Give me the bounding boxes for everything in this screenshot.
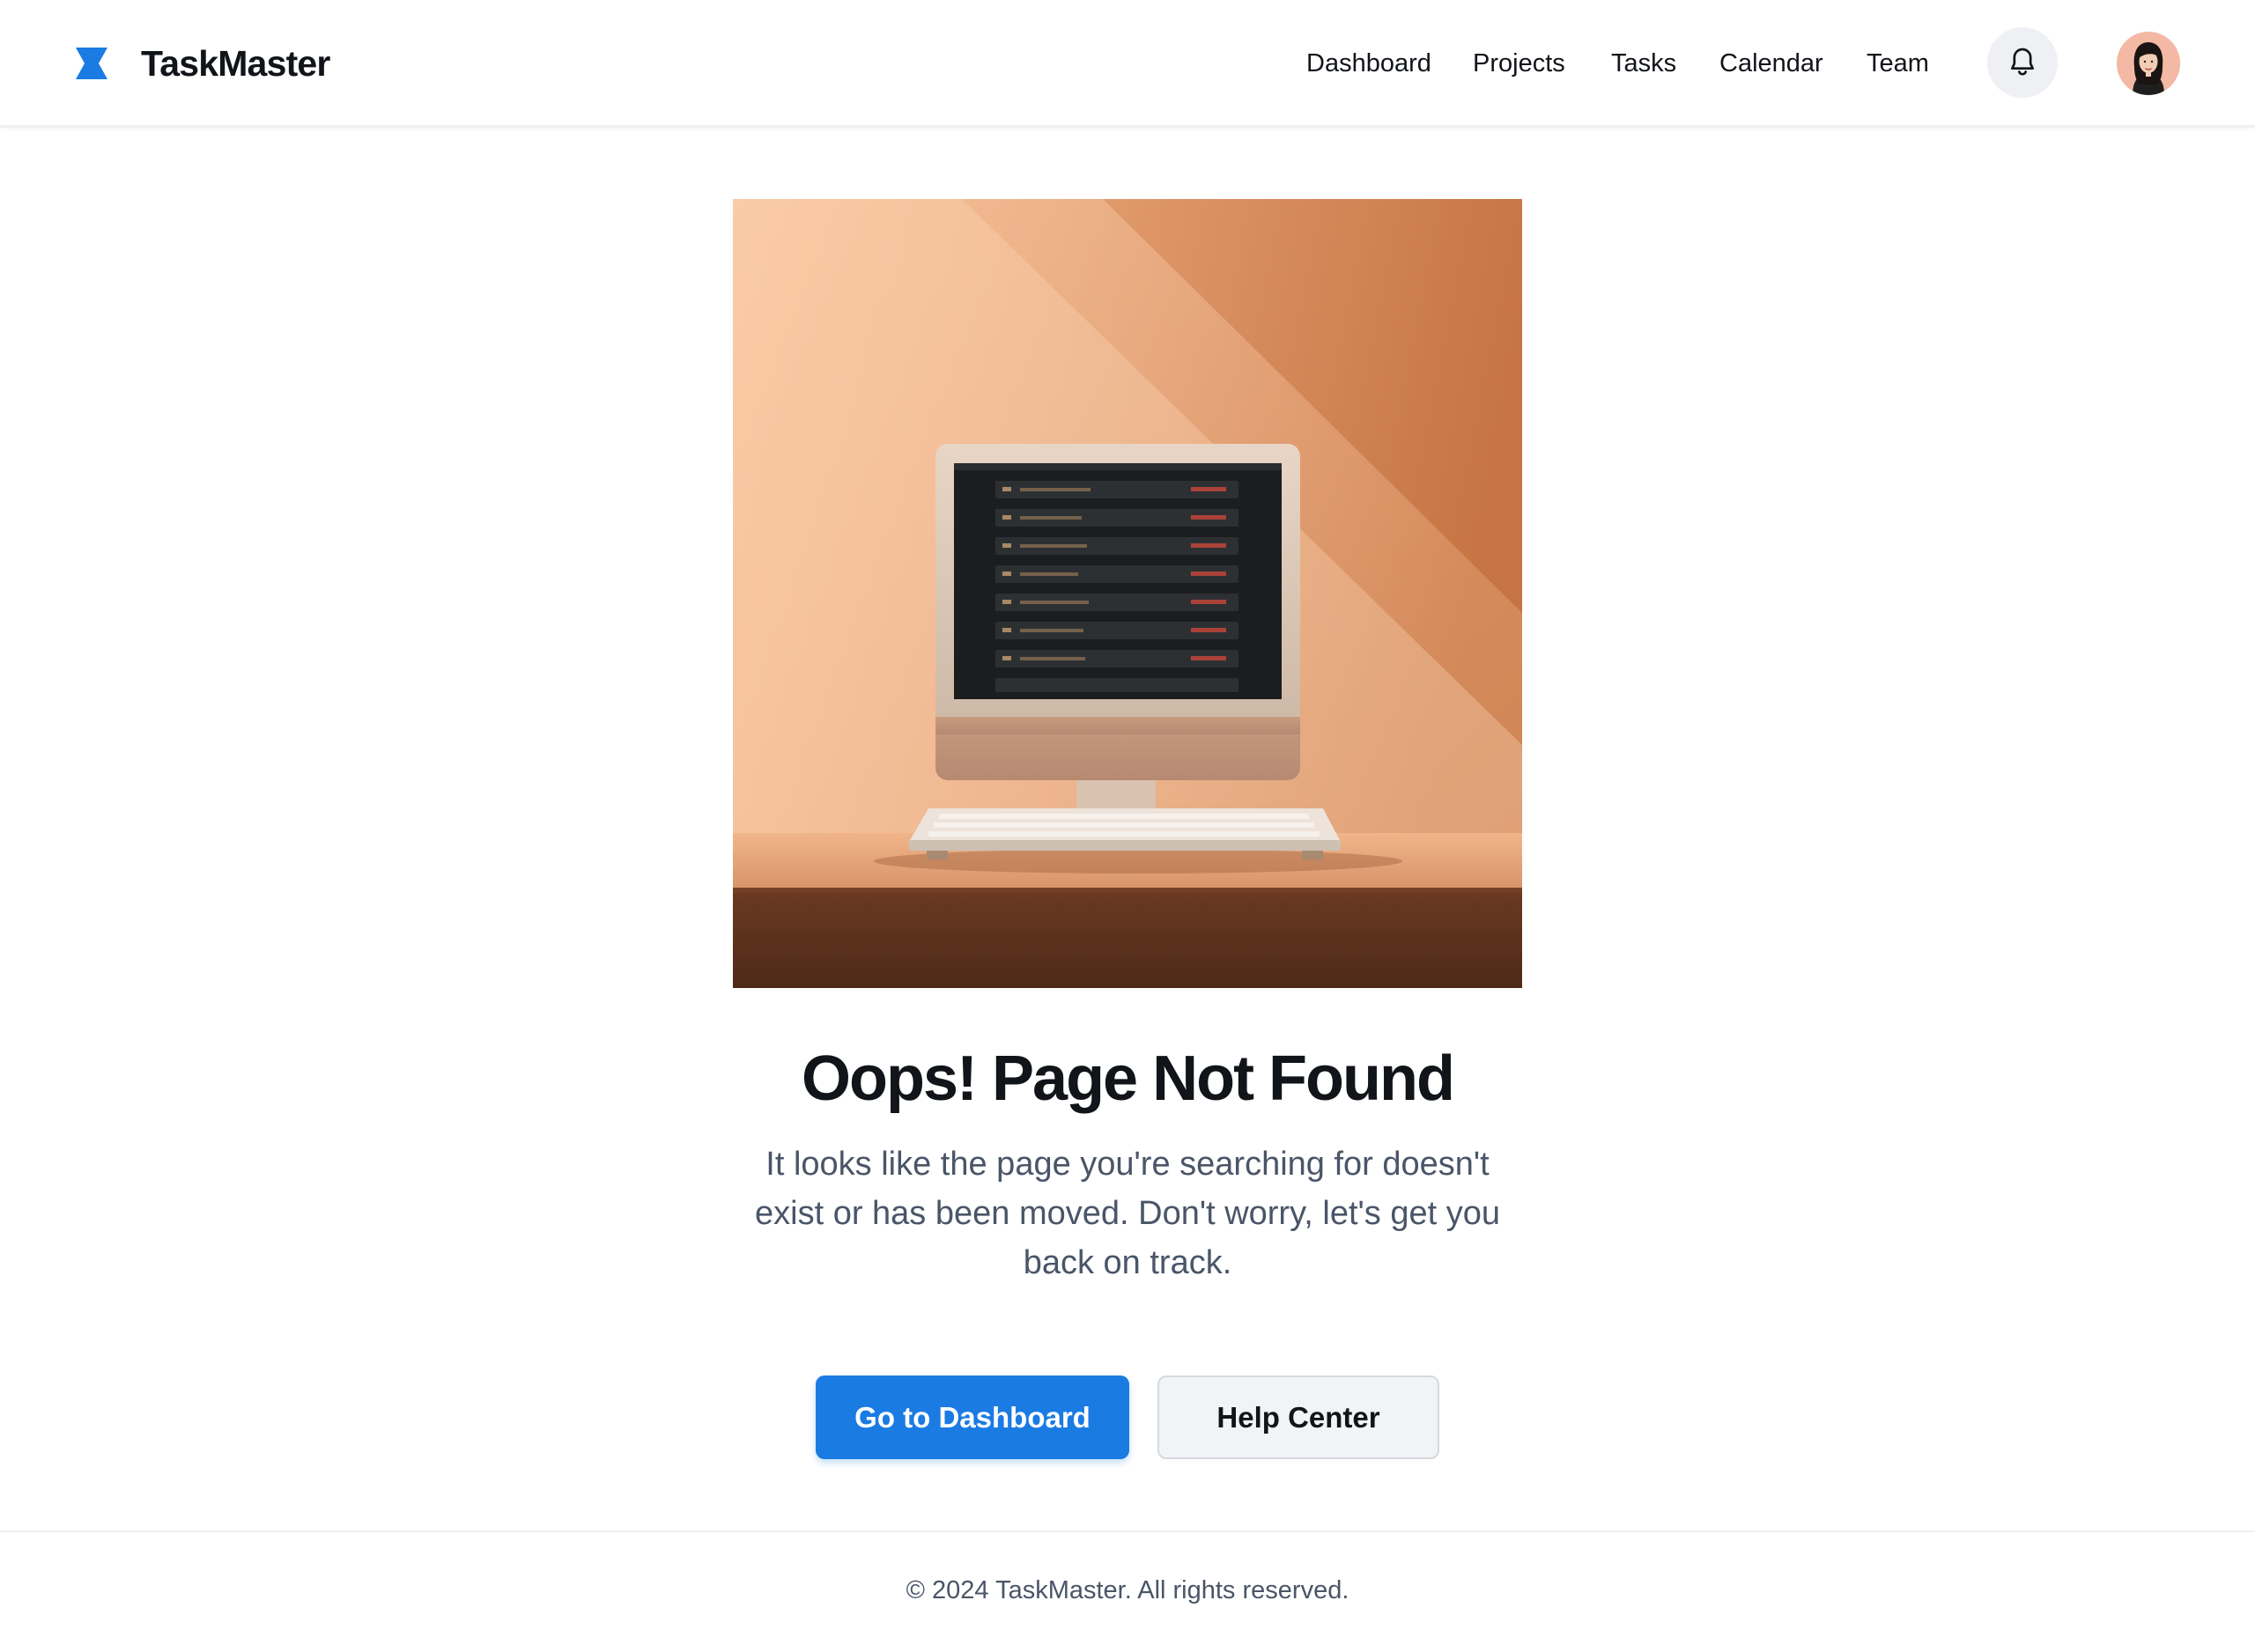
- brand-name[interactable]: TaskMaster: [141, 41, 330, 86]
- desktop-computer-illustration: [733, 199, 1522, 988]
- go-to-dashboard-button[interactable]: Go to Dashboard: [816, 1375, 1129, 1459]
- page-description: It looks like the page you're searching …: [755, 1146, 1500, 1281]
- nav-link-team[interactable]: Team: [1867, 46, 1929, 81]
- user-avatar-icon: [2117, 32, 2180, 95]
- nav-link-tasks[interactable]: Tasks: [1611, 46, 1676, 81]
- footer-copyright: © 2024 TaskMaster. All rights reserved.: [906, 1576, 1349, 1604]
- bell-icon: [2011, 48, 2034, 76]
- hourglass-logo-icon[interactable]: [74, 46, 109, 81]
- page-title: Oops! Page Not Found: [802, 1044, 1455, 1114]
- nav-link-projects[interactable]: Projects: [1473, 46, 1565, 81]
- nav-link-calendar[interactable]: Calendar: [1719, 46, 1823, 81]
- help-center-button[interactable]: Help Center: [1157, 1375, 1439, 1459]
- user-avatar[interactable]: [2117, 32, 2180, 95]
- footer-divider: [0, 1530, 2255, 1532]
- top-navigation-bar: TaskMaster Dashboard Projects Tasks Cale…: [0, 0, 2255, 128]
- nav-link-dashboard[interactable]: Dashboard: [1306, 46, 1431, 81]
- notifications-button[interactable]: [1987, 27, 2058, 98]
